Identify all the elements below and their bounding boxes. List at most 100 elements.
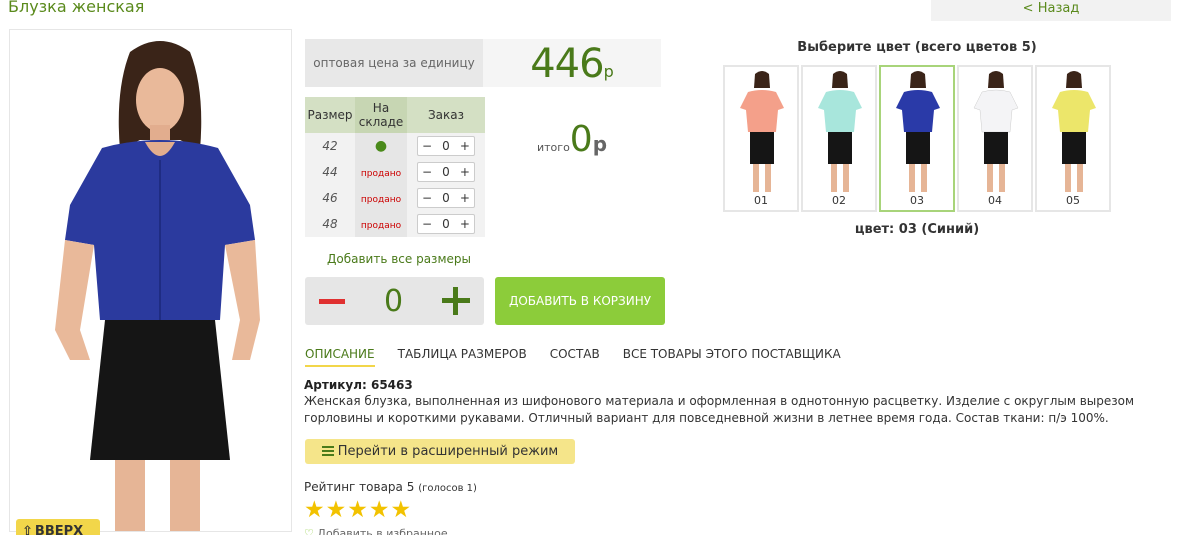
size-cell: 42 <box>305 133 355 159</box>
minus-icon[interactable] <box>319 298 345 304</box>
col-stock-header: На складе <box>355 97 407 133</box>
scroll-up-button[interactable]: ⇧ ВВЕРХ <box>16 519 100 535</box>
color-swatch[interactable]: 04 <box>957 65 1033 212</box>
size-cell: 46 <box>305 185 355 211</box>
swatch-photo <box>973 71 1019 192</box>
minus-icon[interactable]: − <box>422 139 432 153</box>
price-display: 446р <box>483 39 661 87</box>
color-swatches: 01 02 03 04 05 <box>723 65 1113 212</box>
plus-icon[interactable] <box>442 287 470 315</box>
quantity-stepper[interactable]: −0 + <box>417 214 475 234</box>
size-cell: 44 <box>305 159 355 185</box>
swatch-photo <box>896 71 940 192</box>
heart-icon: ♡ <box>304 527 314 535</box>
add-to-favorites-link[interactable]: ♡ Добавить в избранное <box>304 527 448 535</box>
stepper-value: 0 <box>442 139 450 153</box>
tab-composition[interactable]: СОСТАВ <box>550 347 600 367</box>
plus-icon[interactable]: + <box>460 217 470 231</box>
plus-icon[interactable]: + <box>460 139 470 153</box>
star-icon[interactable]: ★ <box>391 497 412 523</box>
add-all-sizes-link[interactable]: Добавить все размеры <box>327 252 471 266</box>
scroll-up-label: ВВЕРХ <box>34 524 84 535</box>
model-photo <box>55 41 260 531</box>
favorites-label: Добавить в избранное <box>317 527 448 535</box>
color-swatch[interactable]: 01 <box>723 65 799 212</box>
product-main-image[interactable] <box>9 29 292 532</box>
rating-label: Рейтинг товара 5 <box>304 480 415 494</box>
extended-mode-label: Перейти в расширенный режим <box>337 444 559 459</box>
quantity-stepper[interactable]: −0 + <box>417 162 475 182</box>
article-number: Артикул: 65463 <box>304 378 413 392</box>
add-to-cart-button[interactable]: ДОБАВИТЬ В КОРЗИНУ <box>495 277 665 325</box>
star-icon[interactable]: ★ <box>326 497 347 523</box>
stock-cell: продано <box>355 159 407 185</box>
table-row: 44 продано −0 + <box>305 159 485 185</box>
sold-label: продано <box>360 195 402 205</box>
total-value: 0 <box>569 119 593 160</box>
stock-cell: продано <box>355 185 407 211</box>
rating-text: Рейтинг товара 5 (голосов 1) <box>304 480 477 494</box>
rating-votes: (голосов 1) <box>418 483 477 494</box>
tab-supplier-products[interactable]: ВСЕ ТОВАРЫ ЭТОГО ПОСТАВЩИКА <box>623 347 841 367</box>
price-value: 446 <box>530 41 604 87</box>
stepper-value: 0 <box>442 217 450 231</box>
color-chooser-title: Выберите цвет (всего цветов 5) <box>797 40 1037 55</box>
sold-label: продано <box>360 169 402 179</box>
quantity-selector: 0 <box>305 277 484 325</box>
arrow-up-icon: ⇧ <box>22 524 33 535</box>
sold-label: продано <box>360 221 402 231</box>
order-cell: −0 + <box>407 133 485 159</box>
swatch-photo <box>740 71 784 192</box>
plus-icon[interactable]: + <box>460 191 470 205</box>
minus-icon[interactable]: − <box>422 191 432 205</box>
selected-color-label: цвет: 03 (Синий) <box>854 222 980 237</box>
swatch-number: 02 <box>832 194 846 207</box>
color-swatch[interactable]: 02 <box>801 65 877 212</box>
swatch-photo <box>1052 71 1096 192</box>
size-table: Размер На складе Заказ 42 ● −0 + 44 прода… <box>305 97 485 237</box>
minus-icon[interactable]: − <box>422 217 432 231</box>
swatch-photo <box>818 71 862 192</box>
quantity-value: 0 <box>383 283 404 319</box>
quantity-stepper[interactable]: −0 + <box>417 136 475 156</box>
list-icon <box>321 446 334 456</box>
swatch-number: 05 <box>1066 194 1080 207</box>
tab-description[interactable]: ОПИСАНИЕ <box>305 347 375 367</box>
rating-stars[interactable]: ★ ★ ★ ★ ★ <box>304 497 412 523</box>
plus-icon[interactable]: + <box>460 165 470 179</box>
swatch-number: 03 <box>910 194 924 207</box>
total-display: итого0р <box>537 119 607 160</box>
back-link[interactable]: < Назад <box>931 0 1171 21</box>
total-label: итого <box>537 141 570 154</box>
total-currency: р <box>592 132 608 156</box>
table-row: 48 продано −0 + <box>305 211 485 237</box>
tab-size-chart[interactable]: ТАБЛИЦА РАЗМЕРОВ <box>398 347 527 367</box>
col-order-header: Заказ <box>407 97 485 133</box>
table-row: 46 продано −0 + <box>305 185 485 211</box>
product-description: Женская блузка, выполненная из шифоновог… <box>304 394 1135 425</box>
order-cell: −0 + <box>407 159 485 185</box>
extended-mode-button[interactable]: Перейти в расширенный режим <box>305 439 575 464</box>
star-icon[interactable]: ★ <box>369 497 390 523</box>
star-icon[interactable]: ★ <box>347 497 368 523</box>
swatch-number: 04 <box>988 194 1002 207</box>
col-size-header: Размер <box>305 97 355 133</box>
minus-icon[interactable]: − <box>422 165 432 179</box>
in-stock-indicator: ● <box>374 138 388 154</box>
stepper-value: 0 <box>442 165 450 179</box>
size-cell: 48 <box>305 211 355 237</box>
star-icon[interactable]: ★ <box>304 497 325 523</box>
page-title: Блузка женская <box>8 0 145 16</box>
product-tabs: ОПИСАНИЕ ТАБЛИЦА РАЗМЕРОВ СОСТАВ ВСЕ ТОВ… <box>305 347 864 367</box>
table-row: 42 ● −0 + <box>305 133 485 159</box>
product-page: Блузка женская < Назад ⇧ ВВЕРХ оптовая це… <box>0 0 1181 535</box>
color-swatch[interactable]: 05 <box>1035 65 1111 212</box>
quantity-stepper[interactable]: −0 + <box>417 188 475 208</box>
stock-cell: продано <box>355 211 407 237</box>
price-currency: р <box>603 62 614 81</box>
swatch-number: 01 <box>754 194 768 207</box>
order-cell: −0 + <box>407 211 485 237</box>
stock-cell: ● <box>355 133 407 159</box>
price-label: оптовая цена за единицу <box>305 39 483 87</box>
color-swatch-selected[interactable]: 03 <box>879 65 955 212</box>
